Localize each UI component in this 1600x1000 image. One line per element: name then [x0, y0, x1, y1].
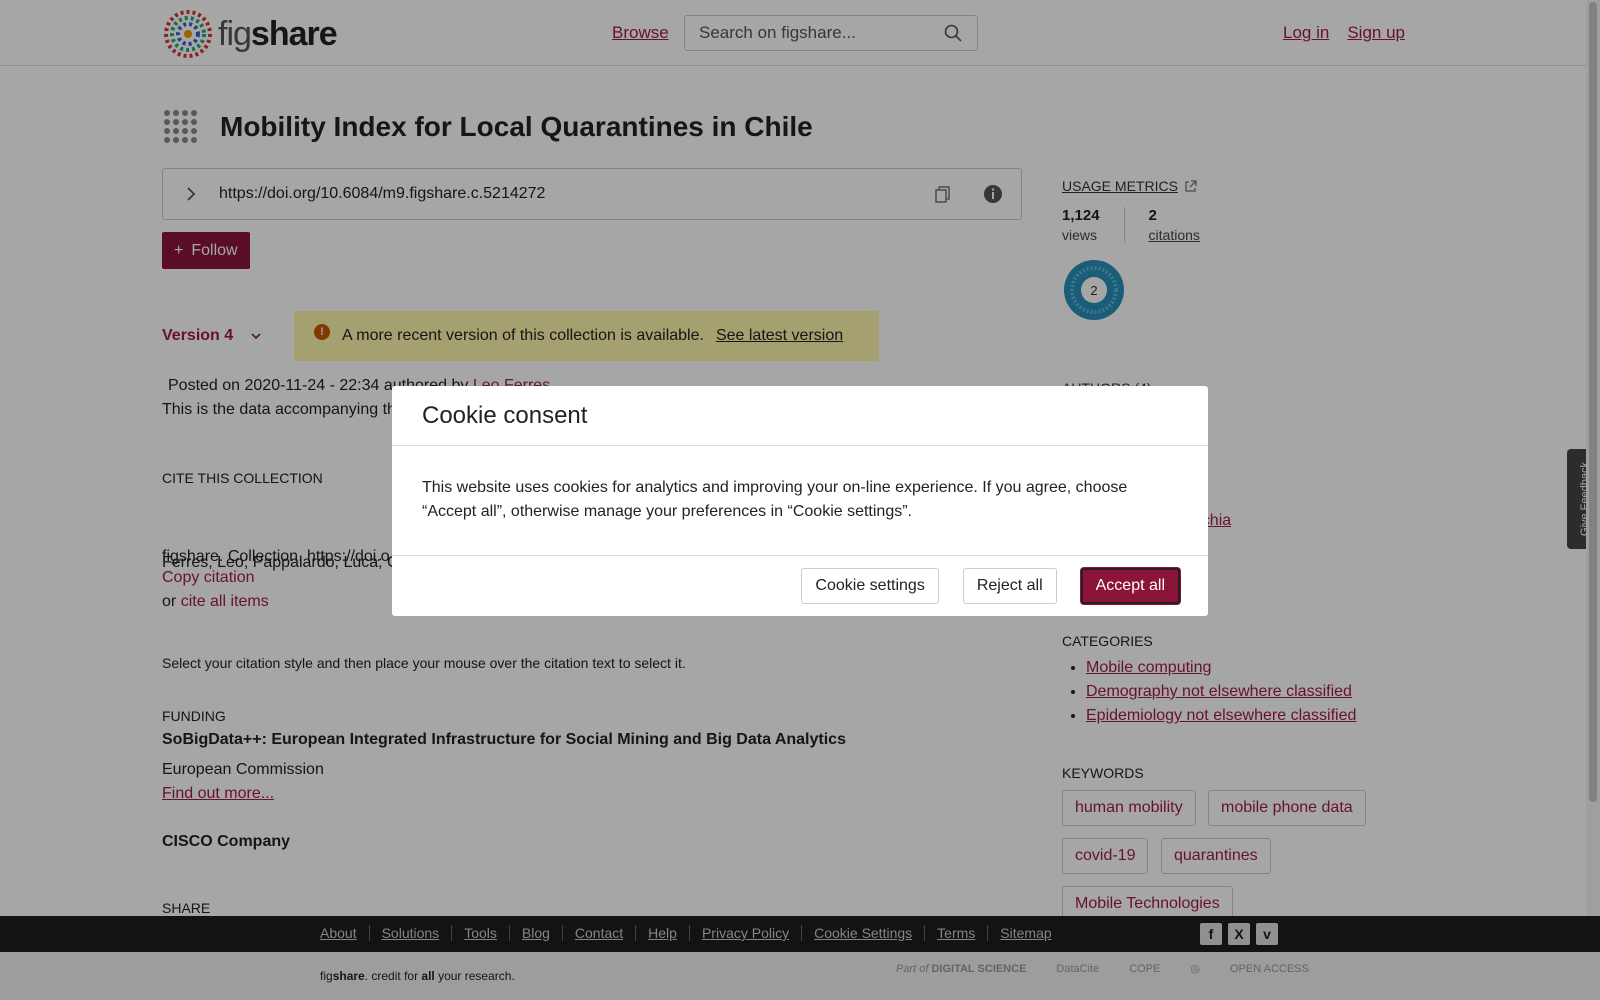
modal-body: This website uses cookies for analytics … — [392, 446, 1208, 556]
modal-title: Cookie consent — [422, 402, 588, 429]
cookie-settings-button[interactable]: Cookie settings — [801, 568, 939, 604]
reject-all-button[interactable]: Reject all — [962, 568, 1057, 604]
accept-all-button[interactable]: Accept all — [1080, 568, 1180, 604]
cookie-consent-modal: Cookie consent This website uses cookies… — [392, 386, 1208, 616]
modal-header: Cookie consent — [392, 386, 1208, 446]
modal-footer: Cookie settings Reject all Accept all — [392, 556, 1208, 604]
